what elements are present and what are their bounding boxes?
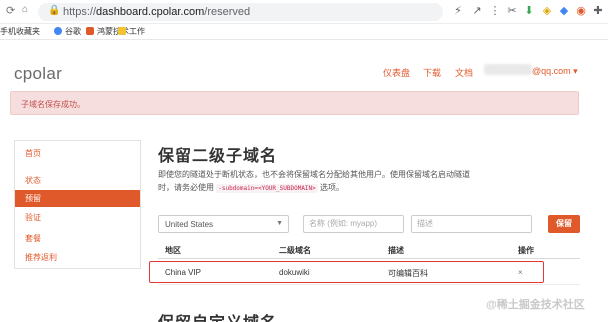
chevron-down-icon: ▼ (276, 220, 283, 227)
account-menu[interactable]: @qq.com ▾ (532, 66, 578, 77)
watermark: @稀土掘金技术社区 (486, 299, 585, 311)
home-icon[interactable]: ⌂ (22, 4, 28, 15)
column-subdomain: 二级域名 (279, 246, 311, 255)
success-alert: 子域名保存成功。 (10, 91, 579, 115)
cell-subdomain: dokuwiki (279, 268, 310, 277)
column-action: 操作 (518, 246, 534, 255)
sidebar-item-status[interactable]: 状态 (15, 172, 140, 189)
subdomain-name-input[interactable]: 名称 (例如: myapp) (303, 215, 404, 233)
page-description: 即使您的隧道处于断机状态，也不会将保留域名分配给其他用户。使用保留域名启动隧道时… (158, 170, 470, 193)
table-row-divider (158, 284, 580, 285)
sidebar-item-plan[interactable]: 套餐 (15, 230, 140, 247)
google-icon (54, 27, 62, 35)
scissors-icon[interactable]: ✂ (505, 4, 519, 18)
sidebar-item-home[interactable]: 首页 (15, 145, 140, 162)
alert-text: 子域名保存成功。 (21, 100, 85, 109)
nav-download[interactable]: 下载 (423, 66, 441, 79)
sidebar: 首页 状态 预留 验证 套餐 推荐返利 (14, 140, 141, 269)
email-redacted (484, 64, 532, 75)
page-title: 保留二级子域名 (158, 148, 278, 165)
subdomain-option-code: -subdomain=<YOUR_SUBDOMAIN> (216, 184, 318, 193)
bookmark-mobile[interactable]: 手机收藏夹 (0, 26, 40, 37)
url-text: https://dashboard.cpolar.com/reserved (63, 6, 251, 18)
bookmark-work[interactable]: 工作 (118, 26, 145, 37)
column-description: 描述 (388, 246, 404, 255)
table-header-divider (158, 258, 580, 259)
cell-region: China VIP (165, 268, 202, 277)
sidebar-item-verify[interactable]: 验证 (15, 209, 140, 226)
harmony-icon (86, 27, 94, 35)
game-icon[interactable]: ◉ (574, 4, 588, 18)
table-row-highlight (149, 261, 544, 283)
lightning-icon[interactable]: ⚡ (451, 4, 465, 18)
bookmarks-bar: 手机收藏夹 谷歌 鸿蒙技术 工作 (0, 24, 608, 40)
address-bar[interactable]: 🔒 https://dashboard.cpolar.com/reserved (38, 3, 443, 21)
nav-dashboard[interactable]: 仪表盘 (383, 66, 410, 79)
lock-icon: 🔒 (48, 5, 61, 16)
sidebar-item-reserved[interactable]: 预留 (15, 190, 140, 207)
description-input[interactable]: 描述 (411, 215, 532, 233)
puzzle-icon[interactable]: ✚ (591, 4, 605, 18)
extension-icon[interactable]: ◆ (557, 4, 571, 18)
more-icon[interactable]: ⋮ (488, 4, 502, 18)
cell-description: 可编辑百科 (388, 269, 428, 278)
bookmark-google[interactable]: 谷歌 (54, 26, 81, 37)
reload-icon[interactable]: ⟳ (6, 4, 15, 17)
download-icon[interactable]: ⬇ (522, 4, 536, 18)
cpolar-logo[interactable]: cpolar (14, 64, 62, 84)
folder-icon (118, 27, 126, 35)
share-icon[interactable]: ↗ (470, 4, 484, 18)
shield-icon[interactable]: ◈ (540, 4, 554, 18)
section-title-custom-domain: 保留自定义域名 (158, 309, 277, 322)
nav-docs[interactable]: 文档 (455, 66, 473, 79)
sidebar-item-referral[interactable]: 推荐返利 (15, 249, 140, 266)
delete-icon[interactable]: × (518, 268, 523, 277)
region-select[interactable]: United States ▼ (158, 215, 289, 233)
reserve-button[interactable]: 保留 (548, 215, 580, 233)
browser-toolbar: ⟳ ⌂ 🔒 https://dashboard.cpolar.com/reser… (0, 0, 608, 24)
column-region: 地区 (165, 246, 181, 255)
